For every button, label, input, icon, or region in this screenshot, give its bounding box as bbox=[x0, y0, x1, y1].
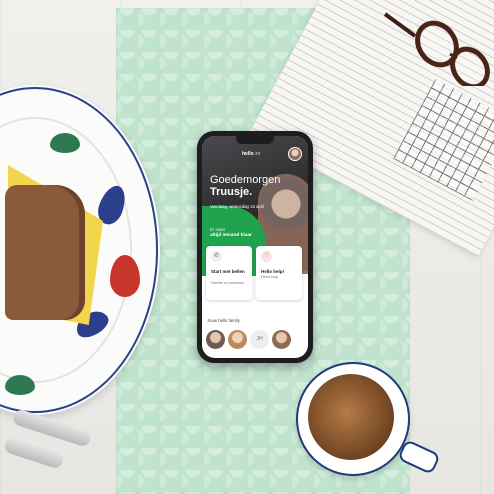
plate-leaf-green-2 bbox=[5, 375, 35, 395]
family-avatar-2[interactable] bbox=[228, 330, 247, 349]
plate-flower-red bbox=[110, 255, 140, 297]
card-title: Hello help! bbox=[261, 269, 285, 274]
profile-avatar[interactable] bbox=[288, 147, 302, 161]
plate-leaf-green bbox=[50, 133, 80, 153]
card-subtitle: Familie en contacten bbox=[211, 281, 245, 285]
date-text: Vandaag, woensdag 16 april bbox=[210, 204, 265, 209]
coffee bbox=[308, 374, 394, 460]
phone-screen: hello ze Goedemorgen Truusje. Vandaag, w… bbox=[202, 136, 308, 358]
family-avatar-1[interactable] bbox=[206, 330, 225, 349]
card-title: Start met bellen bbox=[211, 269, 245, 274]
phone-icon: ✆ bbox=[211, 251, 222, 262]
ready-line-1: Er staat bbox=[210, 227, 225, 232]
user-name: Truusje. bbox=[210, 186, 253, 198]
family-avatar-4[interactable] bbox=[272, 330, 291, 349]
phone-notch bbox=[236, 136, 274, 144]
app-logo: hello ze bbox=[242, 151, 261, 157]
alarm-icon: ♡ bbox=[261, 251, 272, 262]
photo-scene: hello ze Goedemorgen Truusje. Vandaag, w… bbox=[0, 0, 494, 494]
help-card[interactable]: ♡ Hello help! Direct hulp bbox=[256, 246, 302, 300]
family-row: JH bbox=[206, 330, 291, 349]
ready-line-2: altijd iemand klaar bbox=[210, 233, 252, 238]
family-label: Jouw hello family bbox=[207, 318, 240, 323]
bread-slice bbox=[5, 185, 85, 320]
smartphone: hello ze Goedemorgen Truusje. Vandaag, w… bbox=[197, 131, 313, 363]
family-avatar-initials[interactable]: JH bbox=[250, 330, 269, 349]
reading-glasses bbox=[383, 12, 490, 86]
greeting: Goedemorgen bbox=[210, 174, 281, 186]
call-card[interactable]: ✆ Start met bellen Familie en contacten bbox=[206, 246, 252, 300]
card-subtitle: Direct hulp bbox=[261, 275, 279, 279]
